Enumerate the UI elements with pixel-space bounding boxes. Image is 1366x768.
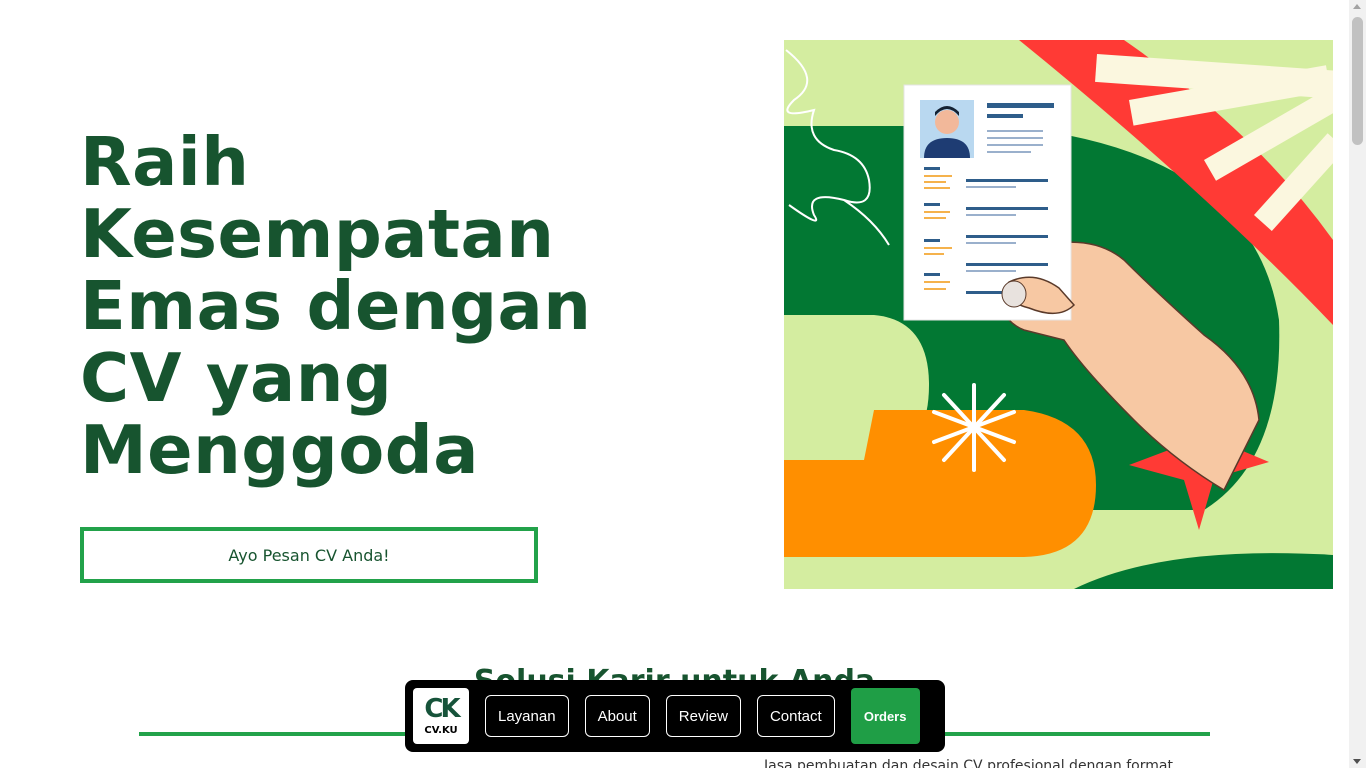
bottom-nav: CK CV.KU Layanan About Review Contact Or… — [405, 680, 945, 752]
nav-layanan-button[interactable]: Layanan — [485, 695, 569, 737]
scroll-thumb[interactable] — [1352, 17, 1363, 145]
vertical-scrollbar[interactable] — [1349, 0, 1366, 768]
hero-title-line: Raih — [80, 123, 250, 201]
scroll-up-arrow-icon[interactable] — [1353, 4, 1361, 9]
logo-text: CV.KU — [424, 724, 458, 736]
order-cv-button[interactable]: Ayo Pesan CV Anda! — [80, 527, 538, 583]
logo-mark: CK — [424, 693, 460, 724]
hero-title-line: Menggoda — [80, 411, 479, 489]
section-text: Jasa pembuatan dan desain CV profesional… — [764, 758, 1173, 768]
hero-title-line: CV yang — [80, 339, 393, 417]
nav-review-button[interactable]: Review — [665, 695, 741, 737]
hero-title-line: Emas dengan — [80, 267, 592, 345]
orders-button[interactable]: Orders — [850, 688, 920, 744]
hero-title: Raih Kesempatan Emas dengan CV yang Meng… — [80, 126, 680, 486]
hero-illustration — [784, 40, 1333, 589]
cvku-logo[interactable]: CK CV.KU — [413, 688, 469, 744]
nav-about-button[interactable]: About — [584, 695, 650, 737]
cv-hand-illustration — [784, 40, 1333, 589]
hero-title-line: Kesempatan — [80, 195, 555, 273]
scroll-down-arrow-icon[interactable] — [1353, 759, 1361, 764]
nav-contact-button[interactable]: Contact — [756, 695, 835, 737]
